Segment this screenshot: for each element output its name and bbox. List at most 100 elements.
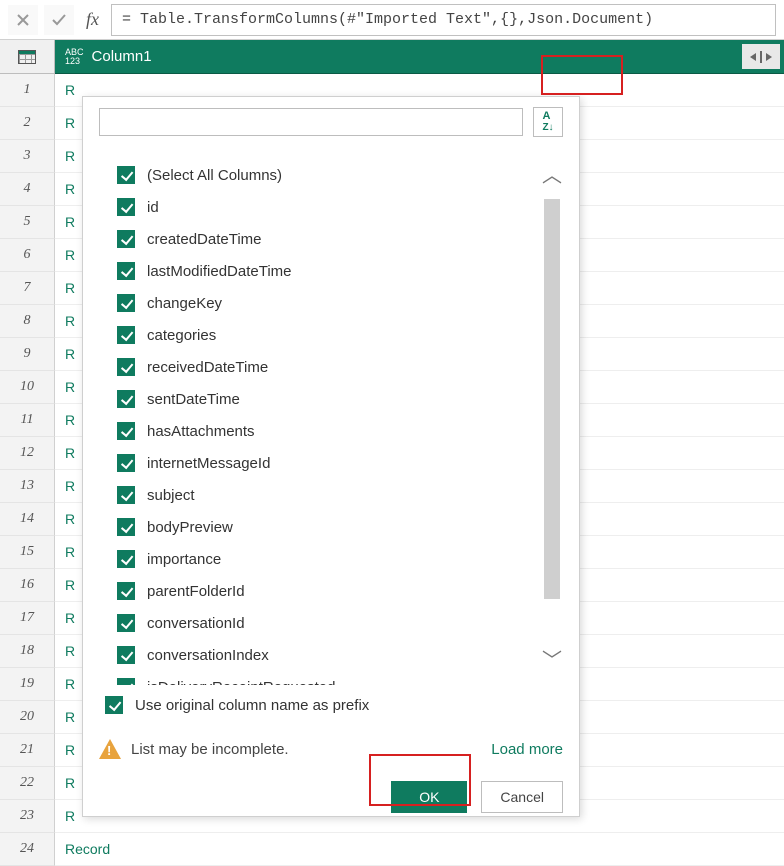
row-number: 1 [0,74,55,107]
column-checkbox[interactable] [117,454,135,472]
row-number: 21 [0,734,55,767]
row-number: 22 [0,767,55,800]
column-checkbox[interactable] [117,358,135,376]
column-checkbox[interactable] [117,326,135,344]
row-number: 14 [0,503,55,536]
column-option[interactable]: sentDateTime [117,383,555,415]
column-option[interactable]: conversationId [117,607,555,639]
prefix-option-row[interactable]: Use original column name as prefix [99,689,563,721]
scroll-thumb[interactable] [544,199,560,599]
column-option[interactable]: id [117,191,555,223]
column-option[interactable]: lastModifiedDateTime [117,255,555,287]
column-option-label: importance [147,551,221,568]
column-checkbox[interactable] [117,582,135,600]
ok-button[interactable]: OK [391,781,467,813]
column-name-label: Column1 [92,48,152,65]
column-checkbox[interactable] [117,646,135,664]
expand-column-button[interactable] [742,44,780,69]
scroll-down-icon: ﹀ [542,644,562,673]
column-option-label: createdDateTime [147,231,262,248]
table-icon [18,50,36,64]
column-option-label: categories [147,327,216,344]
column-option-label: (Select All Columns) [147,167,282,184]
cancel-button[interactable]: Cancel [481,781,563,813]
table-row[interactable]: 24Record [0,833,784,866]
column-option[interactable]: subject [117,479,555,511]
row-number: 20 [0,701,55,734]
row-number: 16 [0,569,55,602]
row-number: 18 [0,635,55,668]
row-number: 24 [0,833,55,866]
cell-value[interactable]: Record [55,833,784,866]
column-option-label: isDeliveryReceiptRequested [147,679,335,686]
column-checkbox[interactable] [117,390,135,408]
row-number: 9 [0,338,55,371]
column-checkbox[interactable] [117,294,135,312]
column-checkbox[interactable] [117,518,135,536]
fx-label: fx [80,9,105,30]
column-search-input[interactable] [99,108,523,136]
column-checkbox[interactable] [117,486,135,504]
column-option-label: bodyPreview [147,519,233,536]
column-option[interactable]: importance [117,543,555,575]
row-number: 4 [0,173,55,206]
sort-az-icon: AZ↓ [542,111,553,133]
datatype-123: 123 [65,57,84,66]
column-option-label: internetMessageId [147,455,270,472]
commit-formula-button[interactable] [44,5,74,35]
column-option[interactable]: receivedDateTime [117,351,555,383]
column-header-column1[interactable]: ABC 123 Column1 [55,40,784,74]
expand-columns-popup: AZ↓ (Select All Columns) id createdDateTim… [82,96,580,817]
row-number: 6 [0,239,55,272]
row-number: 19 [0,668,55,701]
column-option[interactable]: parentFolderId [117,575,555,607]
column-option-label: hasAttachments [147,423,255,440]
select-all-corner[interactable] [0,40,55,74]
row-number: 23 [0,800,55,833]
row-number: 7 [0,272,55,305]
column-option[interactable]: (Select All Columns) [117,159,555,191]
column-option[interactable]: conversationIndex [117,639,555,671]
column-option-label: receivedDateTime [147,359,268,376]
row-number: 10 [0,371,55,404]
prefix-checkbox[interactable] [105,696,123,714]
check-icon [51,13,67,27]
row-number: 2 [0,107,55,140]
row-number: 11 [0,404,55,437]
column-option[interactable]: internetMessageId [117,447,555,479]
column-checklist: (Select All Columns) id createdDateTime las… [99,147,563,685]
scroll-up-icon: ︿ [542,159,562,188]
column-option[interactable]: createdDateTime [117,223,555,255]
row-number: 15 [0,536,55,569]
x-icon [16,13,30,27]
row-number: 13 [0,470,55,503]
prefix-label: Use original column name as prefix [135,697,369,714]
column-option[interactable]: hasAttachments [117,415,555,447]
scrollbar[interactable]: ︿ ﹀ [541,159,563,673]
column-option[interactable]: changeKey [117,287,555,319]
expand-icon [748,50,774,64]
column-checkbox[interactable] [117,678,135,685]
column-option[interactable]: bodyPreview [117,511,555,543]
column-checkbox[interactable] [117,614,135,632]
column-option-label: conversationId [147,615,245,632]
load-more-link[interactable]: Load more [491,741,563,758]
row-number: 12 [0,437,55,470]
cancel-formula-button[interactable] [8,5,38,35]
column-checkbox[interactable] [117,550,135,568]
row-number: 5 [0,206,55,239]
column-option-label: id [147,199,159,216]
column-checkbox[interactable] [117,198,135,216]
formula-input[interactable] [111,4,776,36]
formula-bar: fx [0,0,784,40]
column-option-label: changeKey [147,295,222,312]
column-option-label: subject [147,487,195,504]
column-option-label: parentFolderId [147,583,245,600]
column-checkbox[interactable] [117,230,135,248]
column-checkbox[interactable] [117,262,135,280]
column-option[interactable]: categories [117,319,555,351]
column-option[interactable]: isDeliveryReceiptRequested [117,671,555,685]
column-checkbox[interactable] [117,166,135,184]
sort-columns-button[interactable]: AZ↓ [533,107,563,137]
column-checkbox[interactable] [117,422,135,440]
